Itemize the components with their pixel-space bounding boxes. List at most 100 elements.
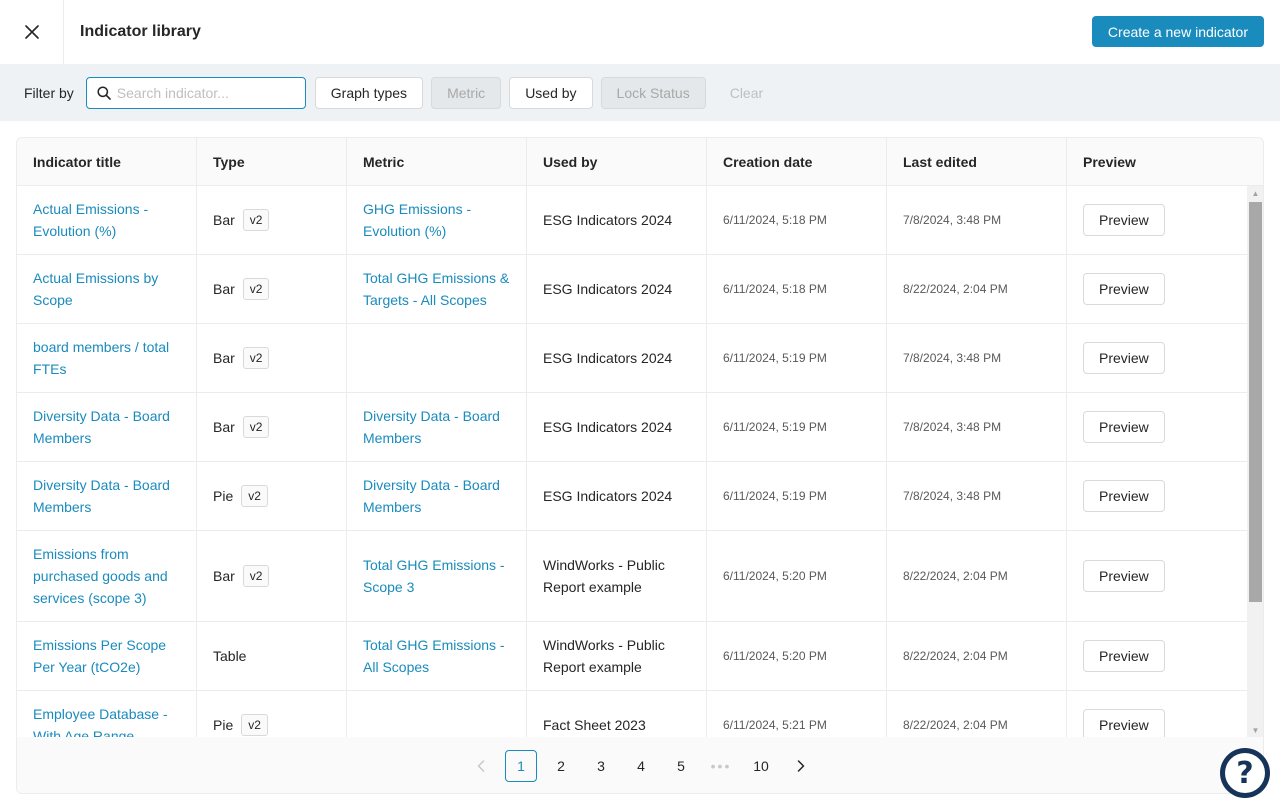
page-button-3[interactable]: 3 [585,750,617,782]
preview-button[interactable]: Preview [1083,204,1165,236]
version-badge: v2 [242,565,270,587]
last-edited-cell: 8/22/2024, 2:04 PM [887,531,1067,621]
used-by-cell: Fact Sheet 2023 [527,691,707,737]
preview-cell: Preview [1067,691,1247,737]
indicator-title-link[interactable]: Emissions from purchased goods and servi… [17,531,197,621]
type-label: Bar [213,419,235,435]
type-cell: Bar v2 [197,531,347,621]
scroll-down-icon[interactable]: ▼ [1247,723,1263,737]
last-edited-cell: 7/8/2024, 3:48 PM [887,393,1067,461]
table-scrollbar[interactable]: ▲ ▼ [1247,186,1263,737]
type-cell: Bar v2 [197,255,347,323]
indicator-title-link[interactable]: Diversity Data - Board Members [17,462,197,530]
used-by-cell: WindWorks - Public Report example [527,622,707,690]
last-edited-cell: 8/22/2024, 2:04 PM [887,691,1067,737]
table-row: Actual Emissions - Evolution (%) Bar v2 G… [17,186,1247,255]
preview-cell: Preview [1067,324,1247,392]
column-header[interactable]: Creation date [707,138,887,185]
close-button[interactable] [0,0,64,64]
type-label: Bar [213,212,235,228]
preview-button[interactable]: Preview [1083,560,1165,592]
metric-link[interactable]: Diversity Data - Board Members [347,462,527,530]
preview-button[interactable]: Preview [1083,709,1165,737]
preview-cell: Preview [1067,462,1247,530]
used-by-cell: ESG Indicators 2024 [527,462,707,530]
filter-bar: Filter by Graph types Metric Used by Loc… [0,64,1280,121]
help-button[interactable]: ? [1220,748,1270,798]
version-badge: v2 [242,278,270,300]
chevron-left-icon[interactable] [465,750,497,782]
table-row: Diversity Data - Board Members Bar v2 Div… [17,393,1247,462]
indicator-title-link[interactable]: Emissions Per Scope Per Year (tCO2e) [17,622,197,690]
preview-cell: Preview [1067,531,1247,621]
creation-date-cell: 6/11/2024, 5:20 PM [707,531,887,621]
preview-button[interactable]: Preview [1083,640,1165,672]
help-icon: ? [1225,753,1265,793]
indicator-title-link[interactable]: Actual Emissions - Evolution (%) [17,186,197,254]
type-label: Bar [213,568,235,584]
metric-link[interactable]: Total GHG Emissions - All Scopes [347,622,527,690]
metric-link[interactable] [347,324,527,392]
table-row: board members / total FTEs Bar v2 ESG Ind… [17,324,1247,393]
column-header[interactable]: Used by [527,138,707,185]
column-header[interactable]: Preview [1067,138,1247,185]
page-button-5[interactable]: 5 [665,750,697,782]
indicator-title-link[interactable]: Diversity Data - Board Members [17,393,197,461]
type-label: Table [213,648,247,664]
clear-filters-button[interactable]: Clear [714,77,779,109]
metric-link[interactable]: Total GHG Emissions - Scope 3 [347,531,527,621]
column-header[interactable]: Indicator title [17,138,197,185]
indicator-title-link[interactable]: board members / total FTEs [17,324,197,392]
close-icon [24,25,39,39]
lock-status-filter[interactable]: Lock Status [600,76,706,109]
table-body: Actual Emissions - Evolution (%) Bar v2 G… [17,186,1247,737]
used-by-cell: ESG Indicators 2024 [527,324,707,392]
scrollbar-thumb[interactable] [1249,202,1262,602]
filter-label: Filter by [24,84,74,101]
last-edited-cell: 7/8/2024, 3:48 PM [887,186,1067,254]
search-input[interactable] [116,84,297,101]
used-by-filter[interactable]: Used by [509,76,593,109]
type-cell: Bar v2 [197,186,347,254]
search-icon [97,85,111,100]
page-button-10[interactable]: 10 [745,750,777,782]
preview-button[interactable]: Preview [1083,480,1165,512]
table-row: Employee Database - With Age Range Pie v2… [17,691,1247,737]
type-cell: Table [197,622,347,690]
preview-button[interactable]: Preview [1083,342,1165,374]
last-edited-cell: 8/22/2024, 2:04 PM [887,622,1067,690]
last-edited-cell: 8/22/2024, 2:04 PM [887,255,1067,323]
creation-date-cell: 6/11/2024, 5:18 PM [707,255,887,323]
preview-cell: Preview [1067,255,1247,323]
last-edited-cell: 7/8/2024, 3:48 PM [887,462,1067,530]
column-header[interactable]: Last edited [887,138,1067,185]
indicator-table: Indicator title Type Metric Used by Crea… [16,137,1264,794]
type-cell: Bar v2 [197,393,347,461]
indicator-title-link[interactable]: Employee Database - With Age Range [17,691,197,737]
create-indicator-button[interactable]: Create a new indicator [1091,16,1264,47]
metric-link[interactable]: Total GHG Emissions & Targets - All Scop… [347,255,527,323]
chevron-right-icon[interactable] [785,750,817,782]
metric-filter[interactable]: Metric [431,76,502,109]
column-header[interactable]: Metric [347,138,527,185]
metric-link[interactable] [347,691,527,737]
indicator-title-link[interactable]: Actual Emissions by Scope [17,255,197,323]
preview-button[interactable]: Preview [1083,411,1165,443]
used-by-cell: ESG Indicators 2024 [527,186,707,254]
metric-link[interactable]: GHG Emissions - Evolution (%) [347,186,527,254]
page-ellipsis[interactable]: ••• [705,750,737,782]
creation-date-cell: 6/11/2024, 5:20 PM [707,622,887,690]
column-header[interactable]: Type [197,138,347,185]
type-label: Bar [213,350,235,366]
type-cell: Bar v2 [197,324,347,392]
creation-date-cell: 6/11/2024, 5:18 PM [707,186,887,254]
page-button-1[interactable]: 1 [505,750,537,782]
graph-types-filter[interactable]: Graph types [314,76,424,109]
used-by-cell: WindWorks - Public Report example [527,531,707,621]
preview-button[interactable]: Preview [1083,273,1165,305]
page-button-4[interactable]: 4 [625,750,657,782]
metric-link[interactable]: Diversity Data - Board Members [347,393,527,461]
page-button-2[interactable]: 2 [545,750,577,782]
scroll-up-icon[interactable]: ▲ [1247,186,1263,200]
search-box[interactable] [85,76,306,109]
